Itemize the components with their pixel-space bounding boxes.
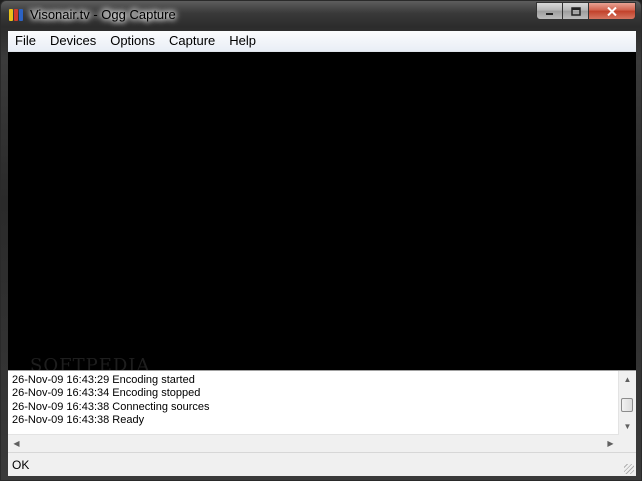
log-panel[interactable]: 26-Nov-09 16:43:29 Encoding started 26-N… [8,370,636,452]
horizontal-scrollbar[interactable]: ◀ ▶ [8,434,619,452]
video-preview [8,52,636,370]
menu-help[interactable]: Help [222,31,263,51]
minimize-button[interactable] [536,2,563,20]
scroll-up-icon[interactable]: ▲ [619,371,636,388]
scroll-right-icon[interactable]: ▶ [602,435,619,452]
status-bar: OK [8,452,636,476]
log-line: 26-Nov-09 16:43:38 Connecting sources [12,400,210,413]
log-line: 26-Nov-09 16:43:34 Encoding stopped [12,387,201,400]
app-window: Visonair.tv - Ogg Capture File Devices O… [0,0,642,481]
minimize-icon [546,12,553,15]
title-bar[interactable]: Visonair.tv - Ogg Capture [1,1,641,31]
maximize-icon [570,6,581,16]
menu-file[interactable]: File [8,31,43,51]
log-line: 26-Nov-09 16:43:29 Encoding started [12,374,195,386]
window-title: Visonair.tv - Ogg Capture [30,7,176,22]
close-button[interactable] [589,2,636,20]
log-line: 26-Nov-09 16:43:38 Ready [12,413,145,426]
client-area: File Devices Options Capture Help SOFTPE… [8,31,636,476]
scroll-left-icon[interactable]: ◀ [8,435,25,452]
maximize-button[interactable] [563,2,589,20]
log-lines: 26-Nov-09 16:43:29 Encoding started 26-N… [12,374,210,427]
app-icon [9,9,23,21]
caption-buttons [536,2,636,21]
menu-capture[interactable]: Capture [162,31,222,51]
resize-grip-icon[interactable] [624,464,634,474]
scroll-down-icon[interactable]: ▼ [619,418,636,435]
scroll-corner [619,435,636,452]
menu-options[interactable]: Options [103,31,162,51]
menu-bar: File Devices Options Capture Help [8,31,636,52]
status-text: OK [12,458,30,472]
menu-devices[interactable]: Devices [43,31,103,51]
vertical-scrollbar[interactable]: ▲ ▼ [618,371,636,435]
close-icon [607,6,617,16]
scroll-thumb[interactable] [621,398,633,412]
